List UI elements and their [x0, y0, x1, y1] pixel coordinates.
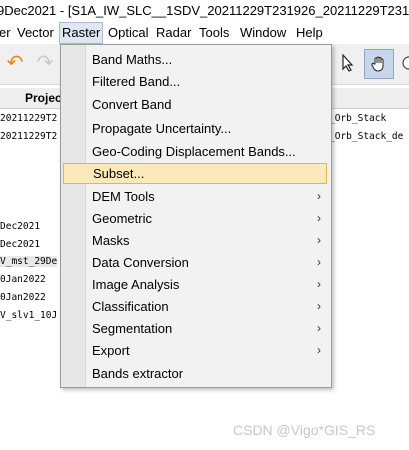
table-row[interactable]: V_mst_29De	[0, 256, 58, 267]
menu-item-label: Bands extractor	[92, 366, 184, 381]
menu-item-label: Filtered Band...	[92, 74, 181, 89]
menu-item-label: Image Analysis	[92, 277, 180, 292]
menu-item-label: Convert Band	[92, 97, 172, 112]
watermark: CSDN @Vigo*GIS_RS	[233, 422, 376, 438]
menu-item-geometric[interactable]: Geometric ›	[63, 208, 327, 229]
table-row[interactable]: _Orb_Stack	[329, 113, 386, 124]
menu-item-label: Data Conversion	[92, 255, 189, 270]
menu-item-data-conversion[interactable]: Data Conversion ›	[63, 252, 327, 273]
menu-item-label: Propagate Uncertainty...	[92, 121, 232, 136]
menu-item-band-maths[interactable]: Band Maths...	[63, 49, 327, 70]
menu-item-label: Band Maths...	[92, 52, 173, 67]
menu-item-segmentation[interactable]: Segmentation ›	[63, 318, 327, 339]
submenu-arrow-icon: ›	[317, 233, 321, 247]
menu-item-convert-band[interactable]: Convert Band	[63, 94, 327, 115]
menu-item-subset[interactable]: Subset...	[63, 163, 327, 184]
table-row[interactable]: 0Jan2022	[0, 292, 46, 303]
menu-item-label: Geo-Coding Displacement Bands...	[92, 144, 296, 159]
menu-item-label: Export	[92, 343, 130, 358]
menu-item-label: DEM Tools	[92, 189, 155, 204]
menu-item-dem-tools[interactable]: DEM Tools ›	[63, 186, 327, 207]
menu-item-propagate-uncertainty[interactable]: Propagate Uncertainty...	[63, 118, 327, 139]
menu-item-label: Classification	[92, 299, 169, 314]
menu-item-export[interactable]: Export ›	[63, 340, 327, 361]
submenu-arrow-icon: ›	[317, 189, 321, 203]
raster-dropdown-menu: Band Maths... Filtered Band... Convert B…	[60, 44, 332, 388]
submenu-arrow-icon: ›	[317, 255, 321, 269]
submenu-arrow-icon: ›	[317, 211, 321, 225]
submenu-arrow-icon: ›	[317, 343, 321, 357]
menu-item-geo-coding-displacement[interactable]: Geo-Coding Displacement Bands...	[63, 141, 327, 162]
menu-item-image-analysis[interactable]: Image Analysis ›	[63, 274, 327, 295]
submenu-arrow-icon: ›	[317, 299, 321, 313]
menu-item-label: Geometric	[92, 211, 152, 226]
menu-item-label: Subset...	[93, 166, 145, 181]
submenu-arrow-icon: ›	[317, 277, 321, 291]
menu-item-masks[interactable]: Masks ›	[63, 230, 327, 251]
submenu-arrow-icon: ›	[317, 321, 321, 335]
table-row[interactable]: Dec2021	[0, 239, 40, 250]
menu-item-label: Segmentation	[92, 321, 173, 336]
table-row[interactable]: 20211229T2	[0, 113, 57, 124]
menu-item-filtered-band[interactable]: Filtered Band...	[63, 71, 327, 92]
table-row[interactable]: _Orb_Stack_de	[329, 131, 403, 142]
menu-item-classification[interactable]: Classification ›	[63, 296, 327, 317]
menu-item-bands-extractor[interactable]: Bands extractor	[63, 363, 327, 384]
table-row[interactable]: Dec2021	[0, 221, 40, 232]
table-row[interactable]: 20211229T2	[0, 131, 57, 142]
table-row[interactable]: V_slv1_10J	[0, 310, 57, 321]
menu-item-label: Masks	[92, 233, 130, 248]
table-row[interactable]: 0Jan2022	[0, 274, 46, 285]
